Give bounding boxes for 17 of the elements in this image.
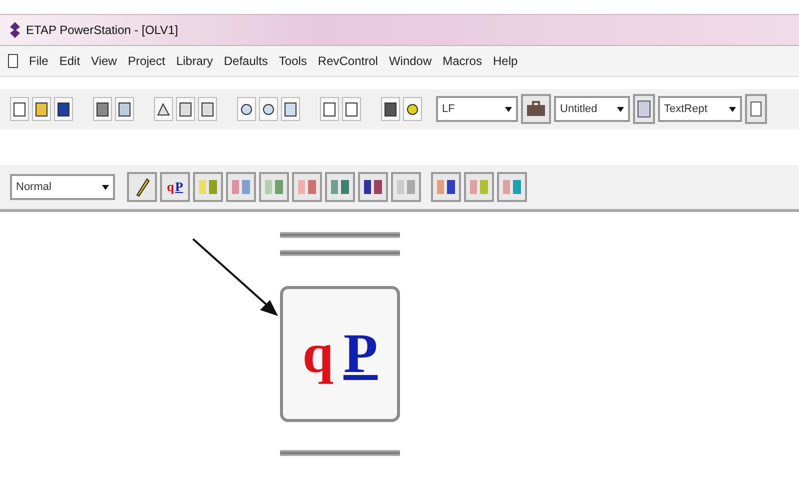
load-flow-button[interactable]: qP <box>160 172 190 202</box>
menu-item[interactable]: Library <box>176 54 213 68</box>
menu-item[interactable]: Window <box>388 54 432 68</box>
case-select[interactable]: Untitled <box>554 96 630 122</box>
window-title: ETAP PowerStation - [OLV1] <box>26 23 178 37</box>
report-select[interactable]: TextRept <box>658 96 742 122</box>
menu-item[interactable]: Edit <box>59 54 80 68</box>
study-select[interactable]: LF <box>436 96 518 122</box>
menu-item[interactable]: RevControl <box>318 54 378 68</box>
menu-item[interactable]: View <box>91 54 117 68</box>
menu-item[interactable]: Defaults <box>224 54 268 68</box>
menu-item[interactable]: Tools <box>278 54 307 68</box>
menu-item[interactable]: Project <box>128 54 166 68</box>
menu-item[interactable]: Help <box>492 54 518 68</box>
mode-select[interactable]: Normal <box>10 174 115 200</box>
menu-item[interactable]: Macros <box>442 54 482 68</box>
menu-item[interactable]: File <box>29 54 48 68</box>
